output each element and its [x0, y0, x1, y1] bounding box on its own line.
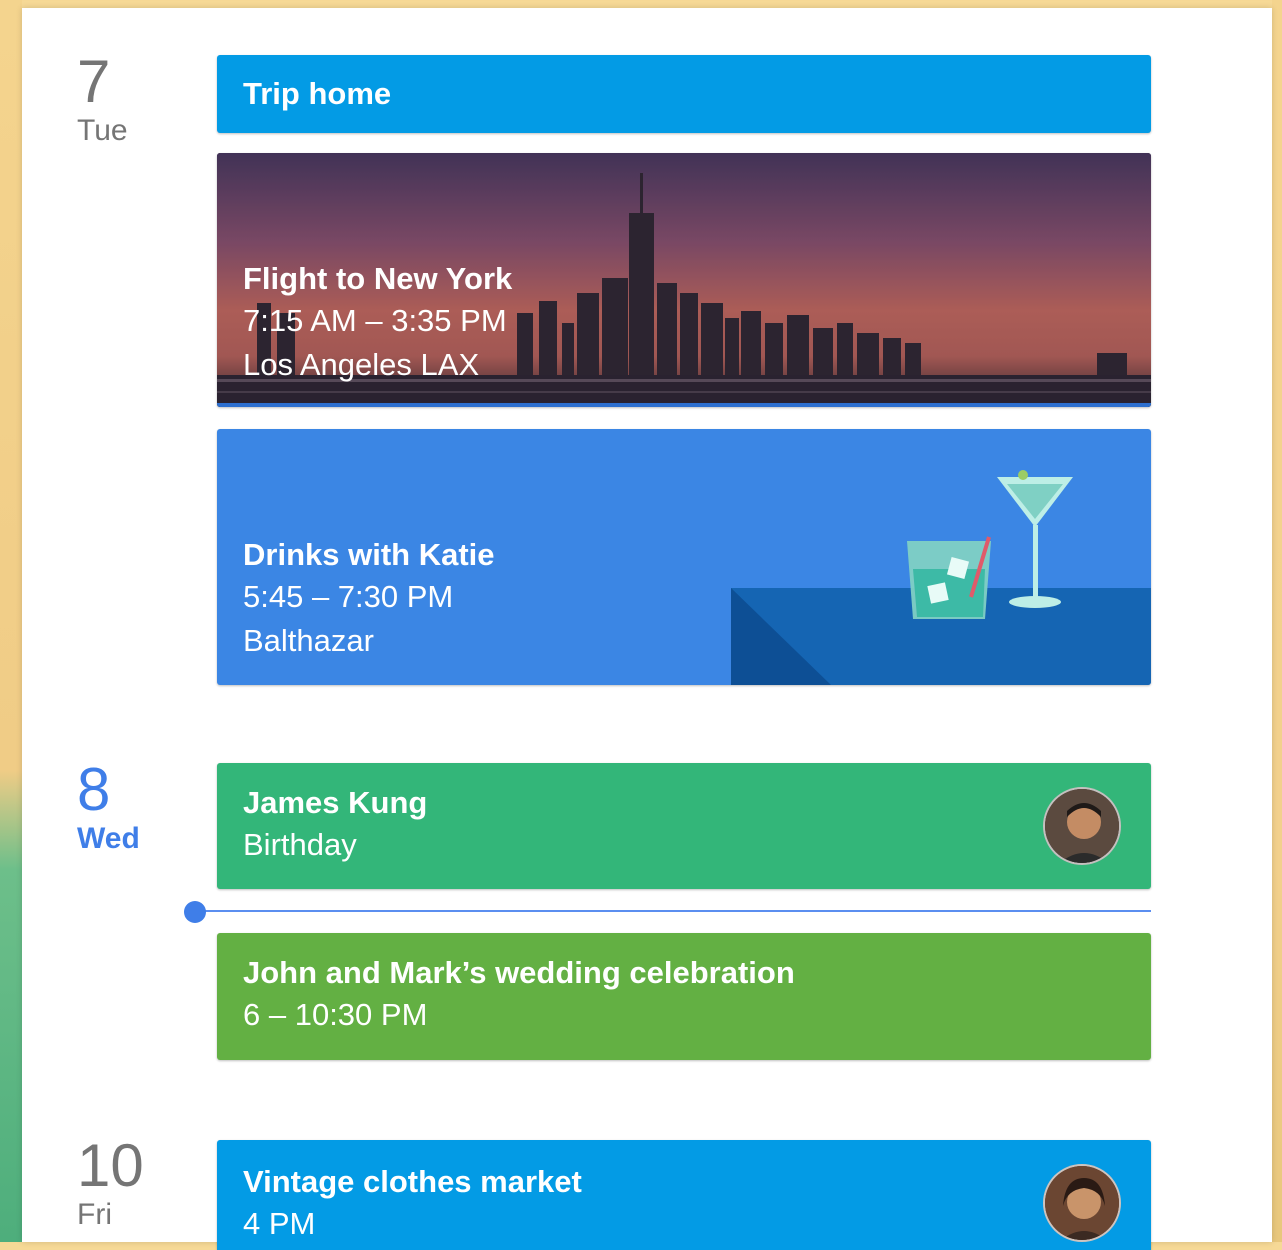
- day-number: 8: [77, 756, 111, 823]
- event-title: John and Mark’s wedding celebration: [243, 955, 795, 990]
- day-label-7: 7 Tue: [77, 52, 128, 148]
- current-time-line: [205, 910, 1151, 912]
- background-left: [0, 0, 22, 1242]
- day-number: 7: [77, 48, 111, 115]
- avatar-market[interactable]: [1043, 1164, 1121, 1242]
- person-icon: [1045, 789, 1119, 863]
- event-location: Los Angeles LAX: [243, 347, 480, 382]
- day-weekday: Tue: [77, 114, 128, 147]
- event-location: Balthazar: [243, 623, 374, 658]
- event-title: Trip home: [243, 76, 392, 111]
- event-time: 7:15 AM – 3:35 PM: [243, 303, 507, 338]
- event-time: 4 PM: [243, 1206, 316, 1241]
- event-time: 5:45 – 7:30 PM: [243, 579, 454, 614]
- day-weekday: Wed: [77, 822, 140, 855]
- event-birthday[interactable]: James Kung Birthday: [217, 763, 1151, 889]
- event-title: Drinks with Katie: [243, 537, 495, 572]
- event-flight[interactable]: Flight to New York 7:15 AM – 3:35 PM Los…: [217, 153, 1151, 407]
- day-number: 10: [77, 1132, 144, 1199]
- event-vintage-market[interactable]: Vintage clothes market 4 PM: [217, 1140, 1151, 1250]
- day-weekday: Fri: [77, 1198, 112, 1231]
- day-label-10: 10 Fri: [77, 1136, 144, 1232]
- person-icon: [1045, 1166, 1119, 1240]
- event-drinks[interactable]: Drinks with Katie 5:45 – 7:30 PM Balthaz…: [217, 429, 1151, 685]
- avatar-james[interactable]: [1043, 787, 1121, 865]
- day-label-8: 8 Wed: [77, 760, 140, 856]
- schedule-panel[interactable]: 7 Tue Trip home Flight to New York 7:15 …: [22, 8, 1272, 1250]
- event-time: 6 – 10:30 PM: [243, 997, 428, 1032]
- background-right: [1272, 0, 1282, 1242]
- event-title: Flight to New York: [243, 261, 513, 296]
- event-wedding[interactable]: John and Mark’s wedding celebration 6 – …: [217, 933, 1151, 1060]
- event-title: Vintage clothes market: [243, 1164, 582, 1199]
- event-title: James Kung: [243, 785, 428, 820]
- current-time-indicator: [184, 901, 206, 923]
- event-trip-home[interactable]: Trip home: [217, 55, 1151, 133]
- event-subtitle: Birthday: [243, 827, 357, 862]
